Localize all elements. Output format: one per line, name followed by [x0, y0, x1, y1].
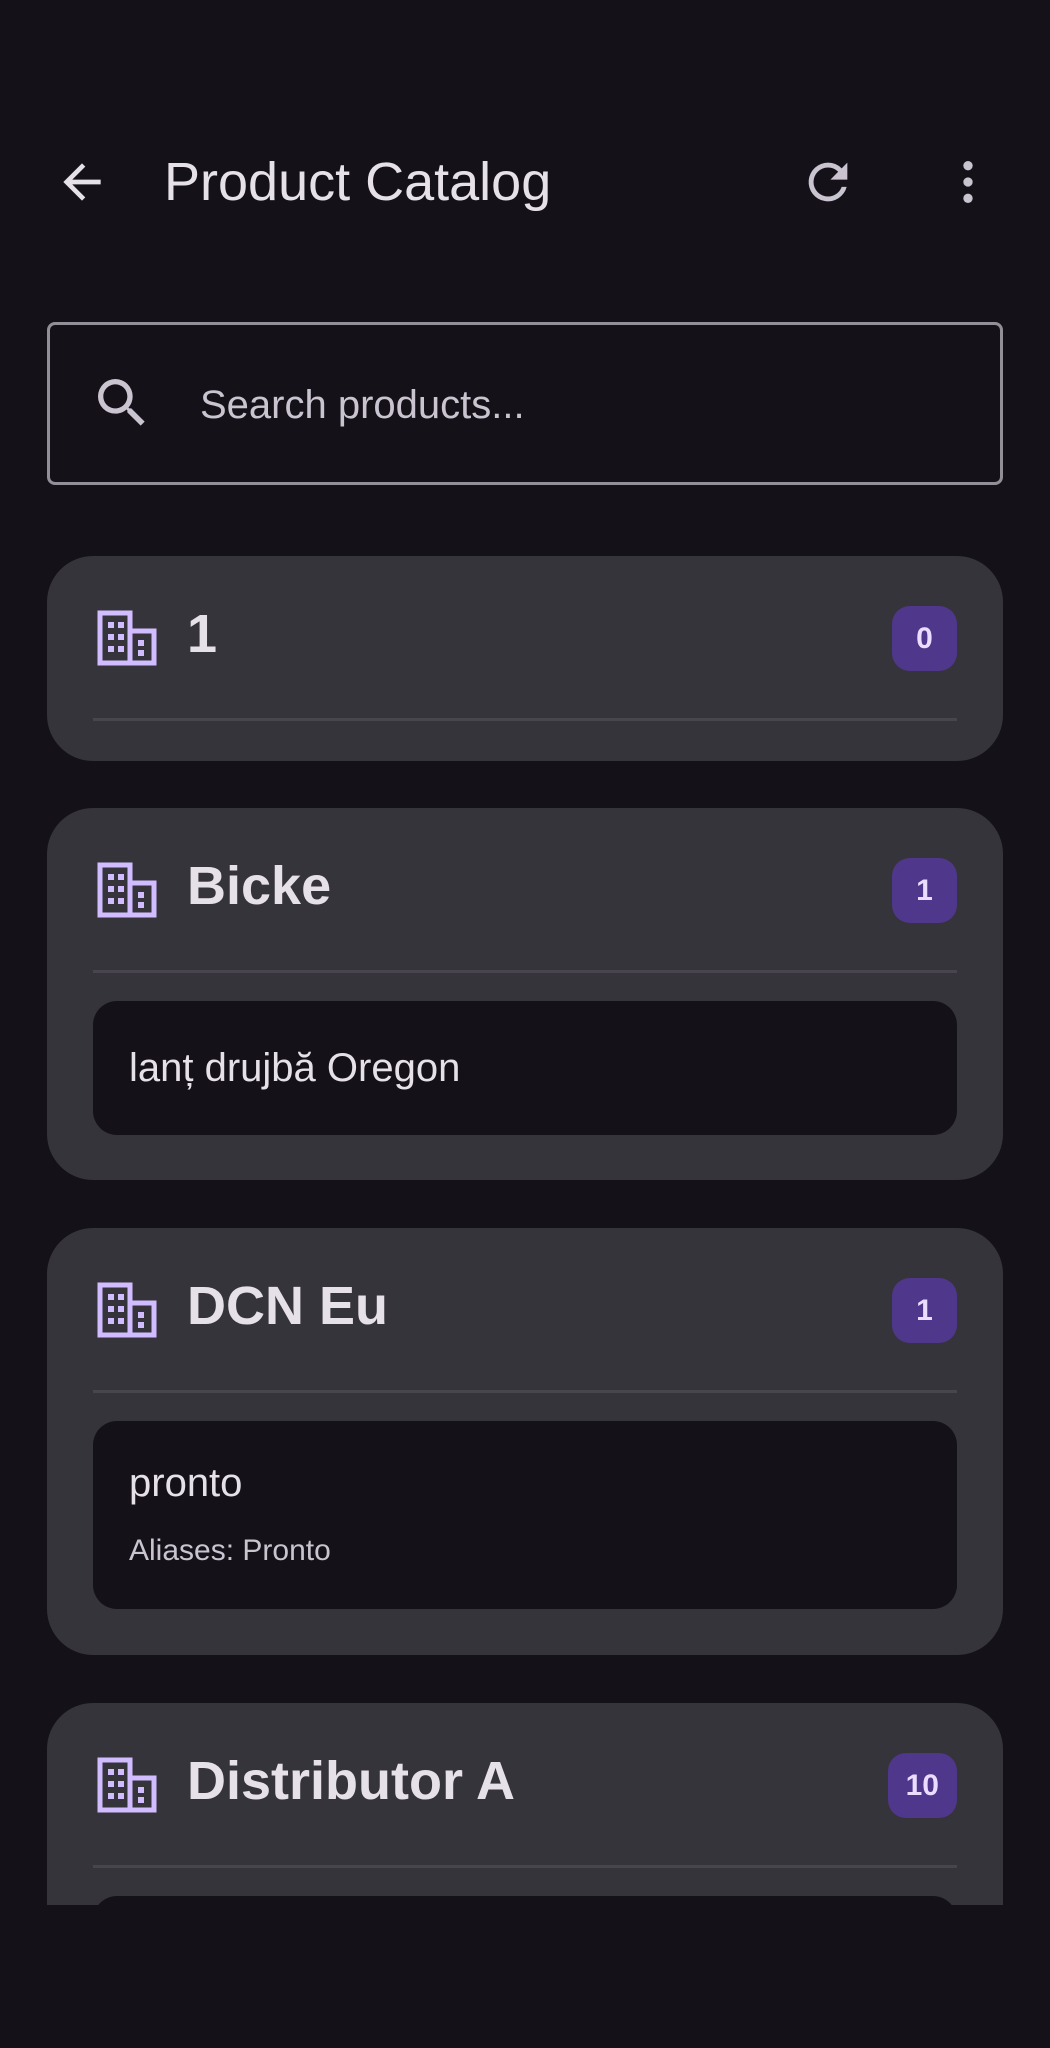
search-field[interactable] [47, 322, 1003, 485]
supplier-header[interactable]: DCN Eu 1 [47, 1228, 1003, 1392]
divider [93, 1865, 957, 1868]
supplier-name: 1 [187, 604, 218, 664]
search-icon [98, 379, 145, 426]
product-item[interactable] [93, 1896, 957, 1905]
supplier-header[interactable]: Distributor A 10 [47, 1703, 1003, 1867]
more-vert-icon [963, 161, 973, 203]
supplier-name: Bicke [187, 856, 332, 916]
supplier-card: DCN Eu 1 pronto Aliases: Pronto [47, 1228, 1003, 1655]
refresh-button[interactable] [780, 134, 876, 230]
product-count-badge: 1 [892, 1278, 957, 1343]
refresh-icon [808, 162, 848, 202]
product-count-badge: 10 [887, 1753, 957, 1818]
divider [93, 1390, 957, 1393]
supplier-card: Bicke 1 lanț drujbă Oregon [47, 808, 1003, 1180]
divider [93, 718, 957, 721]
supplier-header[interactable]: Bicke 1 [47, 808, 1003, 972]
product-name: pronto [129, 1461, 243, 1505]
supplier-name: Distributor A [187, 1751, 515, 1811]
supplier-card: 1 0 [47, 556, 1003, 761]
back-button[interactable] [34, 134, 130, 230]
arrow-back-icon [63, 163, 101, 201]
product-count-badge: 0 [892, 606, 957, 671]
building-icon [97, 1282, 157, 1338]
supplier-card: Distributor A 10 [47, 1703, 1003, 1905]
divider [93, 970, 957, 973]
search-input[interactable] [198, 365, 958, 445]
supplier-header[interactable]: 1 0 [47, 556, 1003, 720]
product-item[interactable]: pronto Aliases: Pronto [93, 1421, 957, 1609]
product-count-badge: 1 [892, 858, 957, 923]
product-name: lanț drujbă Oregon [129, 1046, 461, 1090]
page-title: Product Catalog [164, 152, 552, 212]
supplier-list[interactable]: 1 0 Bicke 1 lanț drujbă Oregon DCN Eu 1 … [0, 0, 1050, 1905]
top-app-bar: Product Catalog [0, 120, 1050, 244]
product-aliases: Aliases: Pronto [129, 1534, 331, 1567]
building-icon [97, 1757, 157, 1813]
more-options-button[interactable] [920, 134, 1016, 230]
building-icon [97, 610, 157, 666]
product-item[interactable]: lanț drujbă Oregon [93, 1001, 957, 1135]
supplier-name: DCN Eu [187, 1276, 388, 1336]
building-icon [97, 862, 157, 918]
